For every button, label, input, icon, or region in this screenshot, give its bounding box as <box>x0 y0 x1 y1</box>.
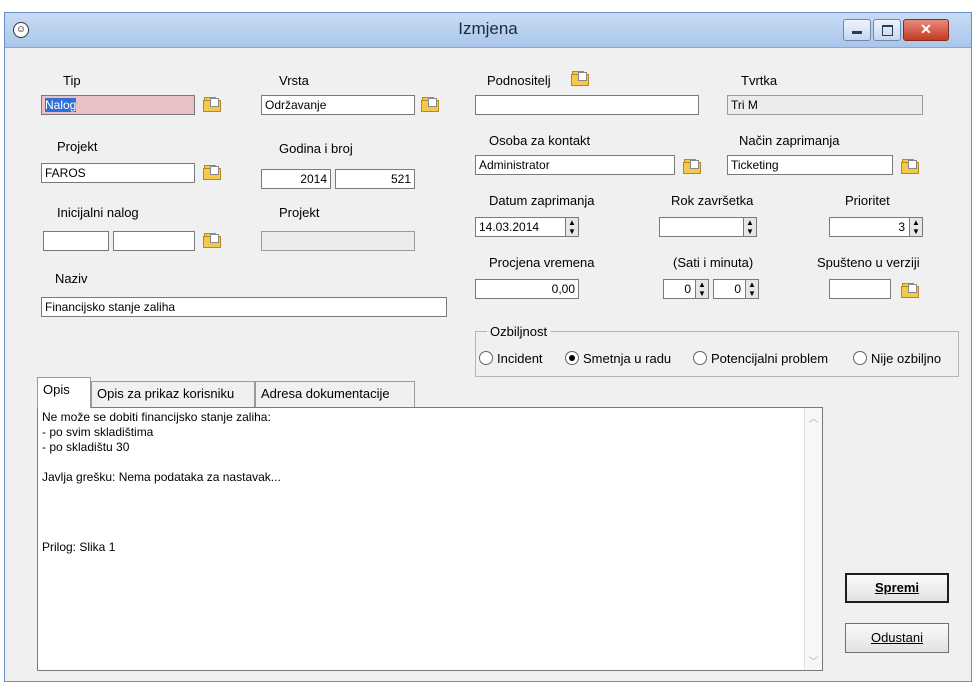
sati-field[interactable]: 0 ▲ ▼ <box>663 279 709 299</box>
inicijalni-nalog-field-2[interactable] <box>113 231 195 251</box>
projekt2-label: Projekt <box>279 205 320 220</box>
opis-line: Javlja grešku: Nema podataka za nastavak… <box>42 470 281 484</box>
datum-label: Datum zaprimanja <box>489 193 595 208</box>
broj-field[interactable]: 521 <box>335 169 415 189</box>
tvrtka-label: Tvrtka <box>741 73 778 88</box>
opis-line: - po svim skladištima <box>42 425 154 439</box>
nacin-label: Način zaprimanja <box>739 133 840 148</box>
radio-icon <box>693 351 707 365</box>
radio-selected-icon <box>565 351 579 365</box>
radio-nije-ozbiljno[interactable]: Nije ozbiljno <box>853 351 941 366</box>
opis-line: Prilog: Slika 1 <box>42 540 116 554</box>
sati-minuta-label: (Sati i minuta) <box>673 255 754 270</box>
opis-line: Ne može se dobiti financijsko stanje zal… <box>42 410 271 424</box>
folder-icon[interactable] <box>203 97 221 112</box>
dialog-window: ☺ Izmjena ✕ Tip Nalog Vrsta Održavanje P… <box>4 12 972 682</box>
radio-potencijalni-problem[interactable]: Potencijalni problem <box>693 351 828 366</box>
datum-spin-icon[interactable]: ▲ ▼ <box>565 218 578 236</box>
window-title: Izmjena <box>458 19 518 38</box>
projekt-label: Projekt <box>57 139 98 154</box>
procjena-label: Procjena vremena <box>489 255 595 270</box>
podnositelj-field[interactable] <box>475 95 699 115</box>
scroll-up-icon[interactable]: ︿ <box>805 410 822 425</box>
folder-icon[interactable] <box>901 283 919 298</box>
tip-field[interactable]: Nalog <box>41 95 195 115</box>
close-button[interactable]: ✕ <box>903 19 949 41</box>
tab-opis[interactable]: Opis <box>37 377 91 408</box>
folder-icon[interactable] <box>421 97 439 112</box>
radio-incident[interactable]: Incident <box>479 351 543 366</box>
inicijalni-nalog-label: Inicijalni nalog <box>57 205 139 220</box>
inicijalni-nalog-field-1[interactable] <box>43 231 109 251</box>
godina-broj-label: Godina i broj <box>279 141 353 156</box>
radio-icon <box>479 351 493 365</box>
minimize-button[interactable] <box>843 19 871 41</box>
podnositelj-label: Podnositelj <box>487 73 551 88</box>
sati-spin-icon[interactable]: ▲ ▼ <box>695 280 708 298</box>
folder-icon[interactable] <box>901 159 919 174</box>
vrsta-field[interactable]: Održavanje <box>261 95 415 115</box>
tab-opis-za-prikaz-korisniku[interactable]: Opis za prikaz korisniku <box>91 381 255 407</box>
tvrtka-field: Tri M <box>727 95 923 115</box>
nacin-field[interactable]: Ticketing <box>727 155 893 175</box>
title-bar[interactable]: ☺ Izmjena ✕ <box>5 13 971 48</box>
minimize-icon <box>852 31 862 34</box>
tab-adresa-dokumentacije[interactable]: Adresa dokumentacije <box>255 381 415 407</box>
prioritet-field[interactable]: 3 ▲ ▼ <box>829 217 923 237</box>
maximize-icon <box>882 25 893 36</box>
folder-icon[interactable] <box>203 233 221 248</box>
rok-field[interactable]: ▲ ▼ <box>659 217 757 237</box>
folder-icon[interactable] <box>571 71 589 86</box>
projekt-field[interactable]: FAROS <box>41 163 195 183</box>
cancel-button[interactable]: Odustani <box>845 623 949 653</box>
maximize-button[interactable] <box>873 19 901 41</box>
ozbiljnost-label: Ozbiljnost <box>487 324 551 339</box>
close-icon: ✕ <box>920 21 932 37</box>
osoba-field[interactable]: Administrator <box>475 155 675 175</box>
vertical-scrollbar[interactable]: ︿ ﹀ <box>804 408 822 670</box>
naziv-field[interactable]: Financijsko stanje zaliha <box>41 297 447 317</box>
naziv-label: Naziv <box>55 271 88 286</box>
projekt2-field <box>261 231 415 251</box>
radio-icon <box>853 351 867 365</box>
prioritet-spin-icon[interactable]: ▲ ▼ <box>909 218 922 236</box>
prioritet-label: Prioritet <box>845 193 890 208</box>
rok-spin-icon[interactable]: ▲ ▼ <box>743 218 756 236</box>
minute-field[interactable]: 0 ▲ ▼ <box>713 279 759 299</box>
osoba-label: Osoba za kontakt <box>489 133 591 148</box>
procjena-field[interactable]: 0,00 <box>475 279 579 299</box>
tip-label: Tip <box>63 73 81 88</box>
opis-textarea[interactable]: Ne može se dobiti financijsko stanje zal… <box>37 407 823 671</box>
scroll-down-icon[interactable]: ﹀ <box>805 653 822 668</box>
radio-smetnja-u-radu[interactable]: Smetnja u radu <box>565 351 671 366</box>
vrsta-label: Vrsta <box>279 73 309 88</box>
godina-field[interactable]: 2014 <box>261 169 331 189</box>
minute-spin-icon[interactable]: ▲ ▼ <box>745 280 758 298</box>
save-button[interactable]: Spremi <box>845 573 949 603</box>
spusteno-label: Spušteno u verziji <box>817 255 920 270</box>
spusteno-field[interactable] <box>829 279 891 299</box>
rok-label: Rok završetka <box>671 193 754 208</box>
folder-icon[interactable] <box>203 165 221 180</box>
folder-icon[interactable] <box>683 159 701 174</box>
datum-field[interactable]: 14.03.2014 ▲ ▼ <box>475 217 579 237</box>
opis-line: - po skladištu 30 <box>42 440 130 454</box>
